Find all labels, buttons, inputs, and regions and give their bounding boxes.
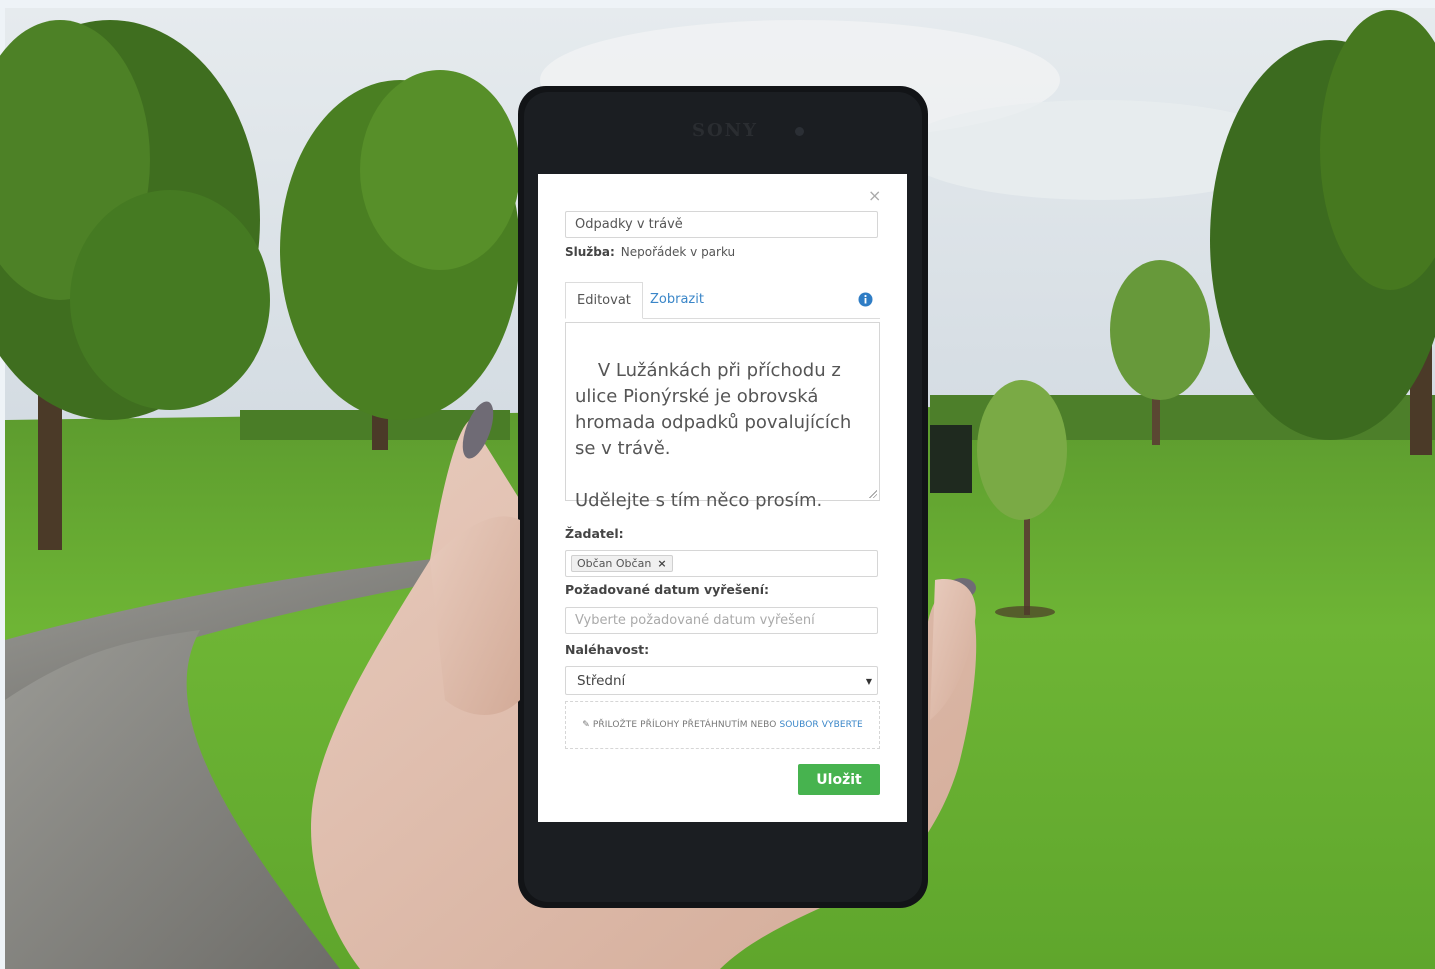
applicant-tag-label: Občan Občan xyxy=(577,557,652,570)
resize-handle-icon[interactable] xyxy=(869,490,877,498)
editor-tabs: Editovat Zobrazit xyxy=(565,282,880,319)
paperclip-icon: ✎ xyxy=(582,720,590,730)
phone-camera xyxy=(795,127,804,136)
attachment-text: PŘILOŽTE PŘÍLOHY PŘETÁHNUTÍM NEBO xyxy=(592,720,777,730)
applicant-label: Žadatel: xyxy=(565,526,624,541)
description-textarea[interactable]: V Lužánkách při příchodu z ulice Pionýrs… xyxy=(565,322,880,511)
urgency-selected: Střední xyxy=(577,673,626,689)
phone-brand-logo: SONY xyxy=(692,120,758,141)
remove-tag-icon[interactable]: × xyxy=(657,557,666,570)
service-row: Služba: Nepořádek v parku xyxy=(565,245,735,259)
urgency-label: Naléhavost: xyxy=(565,642,650,657)
service-value: Nepořádek v parku xyxy=(620,245,736,259)
description-text: V Lužánkách při příchodu z ulice Pionýrs… xyxy=(575,360,852,511)
service-label: Služba: xyxy=(565,245,615,259)
caret-down-icon: ▼ xyxy=(865,677,872,686)
close-icon[interactable]: × xyxy=(868,186,881,205)
applicant-input[interactable]: Občan Občan × xyxy=(565,550,878,577)
urgency-select[interactable]: Střední ▼ xyxy=(565,666,878,695)
tab-edit[interactable]: Editovat xyxy=(565,282,643,319)
attachment-dropzone[interactable]: ✎ PŘILOŽTE PŘÍLOHY PŘETÁHNUTÍM NEBO SOUB… xyxy=(565,701,880,749)
ticket-form-modal: × Odpadky v trávě Služba: Nepořádek v par… xyxy=(538,174,907,822)
title-input[interactable]: Odpadky v trávě xyxy=(565,211,878,238)
save-button[interactable]: Uložit xyxy=(798,764,880,795)
due-date-label: Požadované datum vyřešení: xyxy=(565,582,769,597)
choose-file-link[interactable]: SOUBOR VYBERTE xyxy=(779,720,862,730)
due-date-input[interactable]: Vyberte požadované datum vyřešení xyxy=(565,607,878,634)
applicant-tag: Občan Občan × xyxy=(571,555,673,572)
tab-view[interactable]: Zobrazit xyxy=(639,282,715,317)
info-icon[interactable] xyxy=(858,292,873,307)
